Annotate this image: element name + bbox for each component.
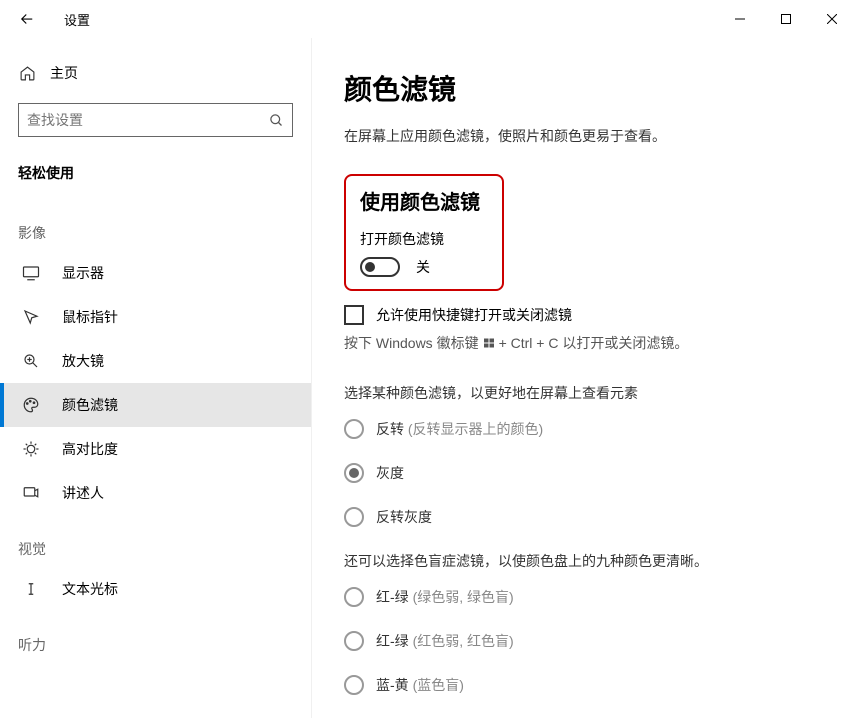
radio-label: 红-绿 (绿色弱, 绿色盲) xyxy=(376,587,514,607)
shortcut-checkbox-row: 允许使用快捷键打开或关闭滤镜 xyxy=(344,305,855,325)
sidebar-item-display[interactable]: 显示器 xyxy=(0,251,311,295)
radio-label: 灰度 xyxy=(376,463,404,483)
maximize-button[interactable] xyxy=(763,3,809,35)
palette-icon xyxy=(22,396,40,414)
back-button[interactable] xyxy=(18,10,36,28)
group-title-vision: 影像 xyxy=(0,199,311,251)
radio-button xyxy=(344,507,364,527)
page-title: 颜色滤镜 xyxy=(344,68,855,108)
sidebar-item-label: 鼠标指针 xyxy=(62,307,118,327)
sidebar-item-label: 放大镜 xyxy=(62,351,104,371)
colorblind-description: 还可以选择色盲症滤镜，以使颜色盘上的九种颜色更清晰。 xyxy=(344,551,855,571)
sidebar-item-color-filters[interactable]: 颜色滤镜 xyxy=(0,383,311,427)
toggle-label: 打开颜色滤镜 xyxy=(360,229,488,249)
shortcut-hint-prefix: 按下 Windows 徽标键 xyxy=(344,333,479,353)
use-filter-heading: 使用颜色滤镜 xyxy=(360,186,488,215)
radio-grayscale[interactable]: 灰度 xyxy=(344,463,855,483)
home-icon xyxy=(18,64,36,82)
shortcut-hint-suffix: + Ctrl + C 以打开或关闭滤镜。 xyxy=(499,333,689,353)
page-subtitle: 在屏幕上应用颜色滤镜，使照片和颜色更易于查看。 xyxy=(344,126,855,146)
sidebar-item-label: 显示器 xyxy=(62,263,104,283)
sidebar-item-magnifier[interactable]: 放大镜 xyxy=(0,339,311,383)
radio-button xyxy=(344,587,364,607)
radio-label: 反转 (反转显示器上的颜色) xyxy=(376,419,543,439)
window-title: 设置 xyxy=(64,10,90,29)
radio-label: 红-绿 (红色弱, 红色盲) xyxy=(376,631,514,651)
sidebar: 主页 轻松使用 影像 显示器 鼠标指针 放大镜 xyxy=(0,38,312,718)
close-button[interactable] xyxy=(809,3,855,35)
highlight-box: 使用颜色滤镜 打开颜色滤镜 关 xyxy=(344,174,504,291)
search-input[interactable] xyxy=(27,112,269,128)
main-content: 颜色滤镜 在屏幕上应用颜色滤镜，使照片和颜色更易于查看。 使用颜色滤镜 打开颜色… xyxy=(312,38,855,718)
sidebar-item-label: 高对比度 xyxy=(62,439,118,459)
sidebar-item-label: 文本光标 xyxy=(62,579,118,599)
home-nav[interactable]: 主页 xyxy=(0,53,311,93)
titlebar-left: 设置 xyxy=(18,10,90,29)
radio-red-green-protan[interactable]: 红-绿 (红色弱, 红色盲) xyxy=(344,631,855,651)
contrast-icon xyxy=(22,440,40,458)
radio-button xyxy=(344,631,364,651)
search-icon xyxy=(269,113,284,128)
window-controls xyxy=(717,3,855,35)
group-title-hearing: 听力 xyxy=(0,611,311,663)
sidebar-item-label: 颜色滤镜 xyxy=(62,395,118,415)
magnifier-icon xyxy=(22,352,40,370)
radio-label: 蓝-黄 (蓝色盲) xyxy=(376,675,464,695)
shortcut-checkbox[interactable] xyxy=(344,305,364,325)
windows-key-icon xyxy=(483,337,495,349)
radio-button xyxy=(344,419,364,439)
group-title-visual: 视觉 xyxy=(0,515,311,567)
sidebar-item-high-contrast[interactable]: 高对比度 xyxy=(0,427,311,471)
minimize-button[interactable] xyxy=(717,3,763,35)
radio-invert-grayscale[interactable]: 反转灰度 xyxy=(344,507,855,527)
radio-red-green-deuter[interactable]: 红-绿 (绿色弱, 绿色盲) xyxy=(344,587,855,607)
radio-blue-yellow[interactable]: 蓝-黄 (蓝色盲) xyxy=(344,675,855,695)
sidebar-item-label: 讲述人 xyxy=(62,483,104,503)
color-filter-toggle[interactable] xyxy=(360,257,400,277)
sidebar-item-narrator[interactable]: 讲述人 xyxy=(0,471,311,515)
sidebar-section-title: 轻松使用 xyxy=(0,155,311,199)
radio-invert[interactable]: 反转 (反转显示器上的颜色) xyxy=(344,419,855,439)
shortcut-hint: 按下 Windows 徽标键 + Ctrl + C 以打开或关闭滤镜。 xyxy=(344,333,855,353)
radio-button xyxy=(344,463,364,483)
cursor-icon xyxy=(22,308,40,326)
shortcut-checkbox-label: 允许使用快捷键打开或关闭滤镜 xyxy=(376,305,572,325)
toggle-row: 关 xyxy=(360,257,488,277)
home-label: 主页 xyxy=(50,63,78,83)
titlebar: 设置 xyxy=(0,0,855,38)
sidebar-item-cursor[interactable]: 鼠标指针 xyxy=(0,295,311,339)
sidebar-item-text-cursor[interactable]: 文本光标 xyxy=(0,567,311,611)
search-box[interactable] xyxy=(18,103,293,137)
toggle-knob xyxy=(365,262,375,272)
monitor-icon xyxy=(22,264,40,282)
toggle-state: 关 xyxy=(416,257,430,277)
radio-button xyxy=(344,675,364,695)
radio-label: 反转灰度 xyxy=(376,507,432,527)
filter-description: 选择某种颜色滤镜，以更好地在屏幕上查看元素 xyxy=(344,383,855,403)
text-cursor-icon xyxy=(22,580,40,598)
narrator-icon xyxy=(22,484,40,502)
